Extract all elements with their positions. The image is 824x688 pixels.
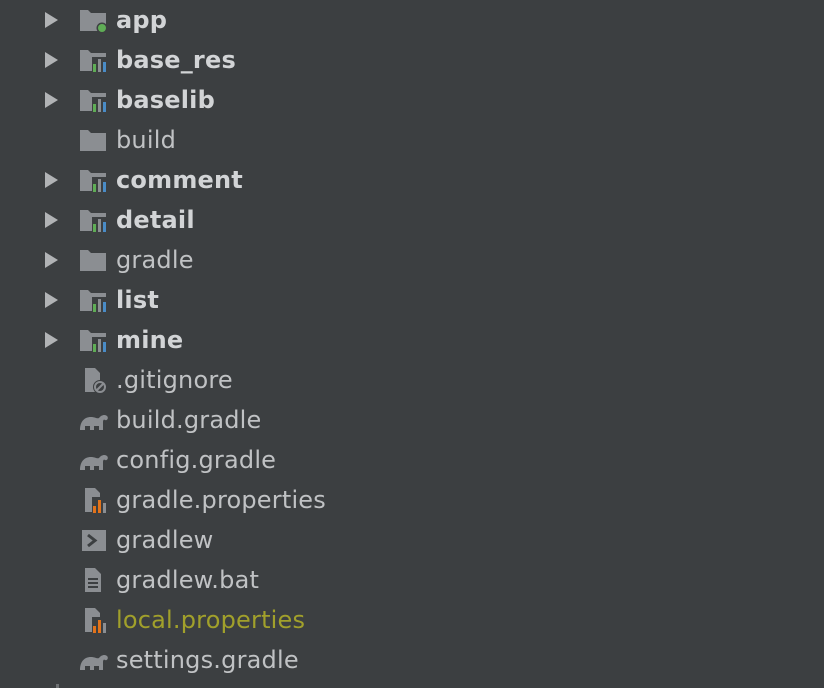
- module-folder-icon: [80, 170, 108, 193]
- expand-arrow-icon[interactable]: [42, 91, 60, 109]
- expand-arrow-icon[interactable]: [42, 171, 60, 189]
- tree-item-list[interactable]: list: [0, 280, 824, 320]
- tree-item-gradle-properties[interactable]: gradle.properties: [0, 480, 824, 520]
- tree-item-baselib[interactable]: baselib: [0, 80, 824, 120]
- tree-next-item-edge: [56, 684, 59, 688]
- expand-arrow-icon[interactable]: [42, 51, 60, 69]
- expand-arrow-icon[interactable]: [42, 211, 60, 229]
- module-folder-icon: [80, 90, 108, 113]
- tree-item-label: gradlew: [116, 526, 214, 554]
- tree-item-label: mine: [116, 326, 184, 354]
- project-tree: app base_res baselib build comment detai…: [0, 0, 824, 688]
- module-folder-icon: [80, 210, 108, 233]
- properties-file-icon: [85, 608, 109, 634]
- tree-item-label: base_res: [116, 46, 236, 74]
- gradle-elephant-icon: [80, 654, 108, 670]
- tree-item-label: list: [116, 286, 160, 314]
- ignore-file-icon: [85, 368, 107, 394]
- tree-item-detail[interactable]: detail: [0, 200, 824, 240]
- tree-item-gradlew-bat[interactable]: gradlew.bat: [0, 560, 824, 600]
- module-folder-icon: [80, 290, 108, 313]
- tree-item-label: app: [116, 6, 168, 34]
- gradle-elephant-icon: [80, 454, 108, 470]
- tree-item-comment[interactable]: comment: [0, 160, 824, 200]
- tree-item-gradle[interactable]: gradle: [0, 240, 824, 280]
- tree-item-mine[interactable]: mine: [0, 320, 824, 360]
- module-folder-icon: [80, 10, 108, 34]
- folder-icon: [80, 250, 106, 271]
- tree-item-gitignore[interactable]: .gitignore: [0, 360, 824, 400]
- tree-item-label: gradlew.bat: [116, 566, 260, 594]
- tree-item-gradlew[interactable]: gradlew: [0, 520, 824, 560]
- expand-arrow-icon[interactable]: [42, 11, 60, 29]
- tree-item-label: gradle.properties: [116, 486, 326, 514]
- properties-file-icon: [85, 488, 109, 514]
- tree-item-local-properties[interactable]: local.properties: [0, 600, 824, 640]
- tree-item-label: build: [116, 126, 177, 154]
- tree-item-label: build.gradle: [116, 406, 262, 434]
- shell-script-icon: [82, 530, 106, 551]
- module-folder-icon: [80, 330, 108, 353]
- module-folder-icon: [80, 50, 108, 73]
- tree-item-build[interactable]: build: [0, 120, 824, 160]
- folder-icon: [80, 130, 106, 151]
- tree-item-config-gradle[interactable]: config.gradle: [0, 440, 824, 480]
- expand-arrow-icon[interactable]: [42, 291, 60, 309]
- tree-item-label: local.properties: [116, 606, 306, 634]
- tree-item-label: gradle: [116, 246, 194, 274]
- tree-item-settings-gradle[interactable]: settings.gradle: [0, 640, 824, 680]
- tree-item-label: comment: [116, 166, 243, 194]
- text-file-icon: [85, 568, 101, 592]
- tree-item-label: settings.gradle: [116, 646, 299, 674]
- tree-item-app[interactable]: app: [0, 0, 824, 40]
- tree-item-label: .gitignore: [116, 366, 233, 394]
- gradle-elephant-icon: [80, 414, 108, 430]
- tree-item-base-res[interactable]: base_res: [0, 40, 824, 80]
- tree-item-build-gradle[interactable]: build.gradle: [0, 400, 824, 440]
- expand-arrow-icon[interactable]: [42, 331, 60, 349]
- expand-arrow-icon[interactable]: [42, 251, 60, 269]
- tree-item-label: baselib: [116, 86, 215, 114]
- tree-item-label: detail: [116, 206, 195, 234]
- tree-item-label: config.gradle: [116, 446, 277, 474]
